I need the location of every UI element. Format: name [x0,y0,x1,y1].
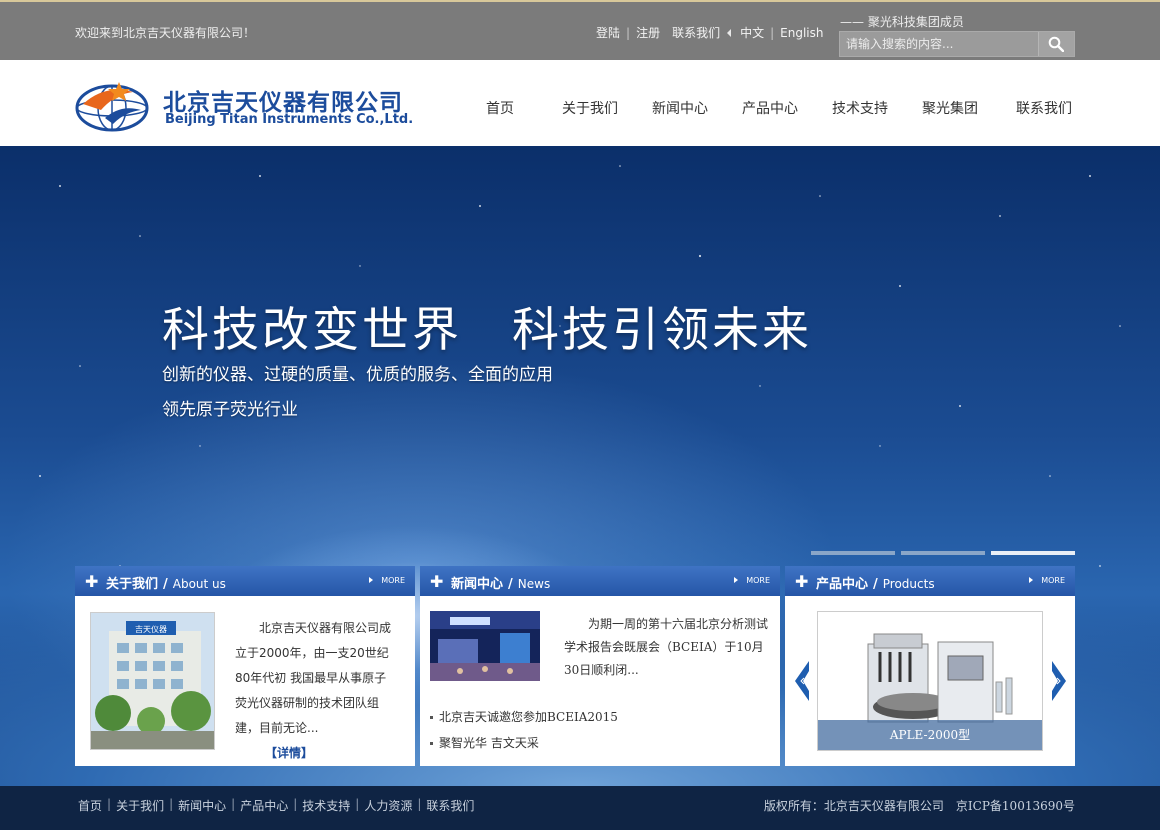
footer-link-products[interactable]: 产品中心 [240,797,288,814]
copyright: 版权所有：北京吉天仪器有限公司 京ICP备10013690号 [764,797,1075,814]
news-item-1[interactable]: 北京吉天诚邀您参加BCEIA2015 [430,704,618,730]
company-building-image: 吉天仪器 [90,612,215,750]
news-more-link[interactable]: MORE [734,576,770,585]
language-english-link[interactable]: English [780,26,823,40]
building-sign: 吉天仪器 [135,625,167,634]
banner-subtitle-1: 创新的仪器、过硬的质量、优质的服务、全面的应用 [162,365,553,385]
nav-products[interactable]: 产品中心 [725,98,815,118]
more-label: MORE [1041,576,1065,585]
news-panel-header: ✚ 新闻中心 / News MORE [420,566,780,596]
arrow-right-icon [734,577,739,583]
separator: | [169,797,174,811]
group-member-label: —— 聚光科技集团成员 [840,15,964,29]
separator: | [293,797,298,811]
carousel-next-arrow-icon[interactable] [1052,661,1066,701]
more-label: MORE [381,576,405,585]
nav-group[interactable]: 聚光集团 [905,98,995,118]
nav-support[interactable]: 技术支持 [815,98,905,118]
footer: 首页 | 关于我们 | 新闻中心 | 产品中心 | 技术支持 | 人力资源 | 联系我们 版… [0,786,1160,830]
carousel-prev-arrow-icon[interactable] [795,661,809,701]
login-link[interactable]: 登陆 [596,24,620,41]
separator: | [770,25,775,40]
search-icon [1048,36,1064,52]
nav-contact[interactable]: 联系我们 [995,98,1093,118]
product-image[interactable]: APLE-2000型 [817,611,1043,751]
about-panel-header: ✚ 关于我们 / About us MORE [75,566,415,596]
about-description: 北京吉天仪器有限公司成立于2000年，由一支20世纪80年代初 我国最早从事原子… [235,616,395,766]
news-list: 北京吉天诚邀您参加BCEIA2015 聚智光华 吉文天采 [430,704,618,756]
slide-indicators [811,551,1075,555]
separator: | [355,797,360,811]
top-links: 登陆 | 注册 联系我们 中文 | English [596,24,824,41]
separator: | [107,797,112,811]
search-box [839,31,1075,57]
search-button[interactable] [1038,32,1074,56]
logo-english-name: Beijing Titan Instruments Co.,Ltd. [165,112,414,127]
about-text: 北京吉天仪器有限公司成立于2000年，由一支20世纪80年代初 我国最早从事原子… [235,621,392,735]
products-panel-header: ✚ 产品中心 / Products MORE [785,566,1075,596]
company-logo[interactable]: 北京吉天仪器有限公司 Beijing Titan Instruments Co.… [75,74,425,134]
more-label: MORE [746,576,770,585]
plus-icon: ✚ [85,572,99,591]
register-link[interactable]: 注册 [636,24,660,41]
footer-link-hr[interactable]: 人力资源 [364,797,412,814]
products-title-cn: 产品中心 [816,577,869,592]
welcome-text: 欢迎来到北京吉天仪器有限公司！ [75,26,256,40]
slide-dot-2[interactable] [901,551,985,555]
nav-news[interactable]: 新闻中心 [635,98,725,118]
products-title-en: Products [882,577,935,591]
header: 北京吉天仪器有限公司 Beijing Titan Instruments Co.… [0,60,1160,146]
arrow-right-icon [369,577,374,583]
separator: | [417,797,422,811]
separator: | [626,25,631,40]
language-chinese-link[interactable]: 中文 [740,24,764,41]
slide-dot-1[interactable] [811,551,895,555]
footer-link-support[interactable]: 技术支持 [302,797,350,814]
nav-about[interactable]: 关于我们 [545,98,635,118]
footer-link-home[interactable]: 首页 [78,797,102,814]
news-item-2[interactable]: 聚智光华 吉文天采 [430,730,618,756]
about-title-cn: 关于我们 [106,577,159,592]
products-panel: ✚ 产品中心 / Products MORE APLE-2000型 [785,566,1075,766]
footer-link-news[interactable]: 新闻中心 [178,797,226,814]
news-panel: ✚ 新闻中心 / News MORE 为期一周的第十六届北京分析测试学术报告会既展会… [420,566,780,766]
top-bar: 欢迎来到北京吉天仪器有限公司！ 登陆 | 注册 联系我们 中文 | Englis… [0,0,1160,60]
footer-links: 首页 | 关于我们 | 新闻中心 | 产品中心 | 技术支持 | 人力资源 | 联系我们 [78,797,474,814]
news-thumbnail[interactable] [430,611,540,681]
arrow-right-icon [1029,577,1034,583]
search-input[interactable] [840,32,1038,56]
news-title-cn: 新闻中心 [451,577,504,592]
product-caption: APLE-2000型 [818,720,1042,750]
products-panel-title: 产品中心 / Products [816,577,935,592]
separator: | [231,797,236,811]
logo-globe-icon [75,82,149,132]
banner-subtitle-2: 领先原子荧光行业 [162,400,298,420]
news-summary[interactable]: 为期一周的第十六届北京分析测试学术报告会既展会（BCEIA）于10月30日顺利闭… [564,613,770,682]
copyright-text: 版权所有：北京吉天仪器有限公司 [763,799,944,813]
contact-link[interactable]: 联系我们 [672,24,720,41]
slide-dot-3[interactable] [991,551,1075,555]
news-title-en: News [517,577,551,591]
caret-left-icon [727,28,732,37]
nav-home[interactable]: 首页 [455,98,545,118]
about-title-en: About us [172,577,226,591]
about-more-link[interactable]: MORE [369,576,405,585]
banner-slogan: 科技改变世界 科技引领未来 [162,303,812,358]
news-panel-title: 新闻中心 / News [451,577,551,592]
about-panel: ✚ 关于我们 / About us MORE 吉天仪器 北京吉天仪器有限公司成立于2… [75,566,415,766]
plus-icon: ✚ [795,572,809,591]
plus-icon: ✚ [430,572,444,591]
icp-number: 京ICP备10013690号 [955,799,1075,813]
footer-link-contact[interactable]: 联系我们 [426,797,474,814]
footer-link-about[interactable]: 关于我们 [116,797,164,814]
main-nav: 首页 关于我们 新闻中心 产品中心 技术支持 聚光集团 联系我们 [455,98,1093,118]
about-panel-title: 关于我们 / About us [106,577,226,592]
about-detail-link[interactable]: 【详情】 [265,746,313,760]
products-more-link[interactable]: MORE [1029,576,1065,585]
